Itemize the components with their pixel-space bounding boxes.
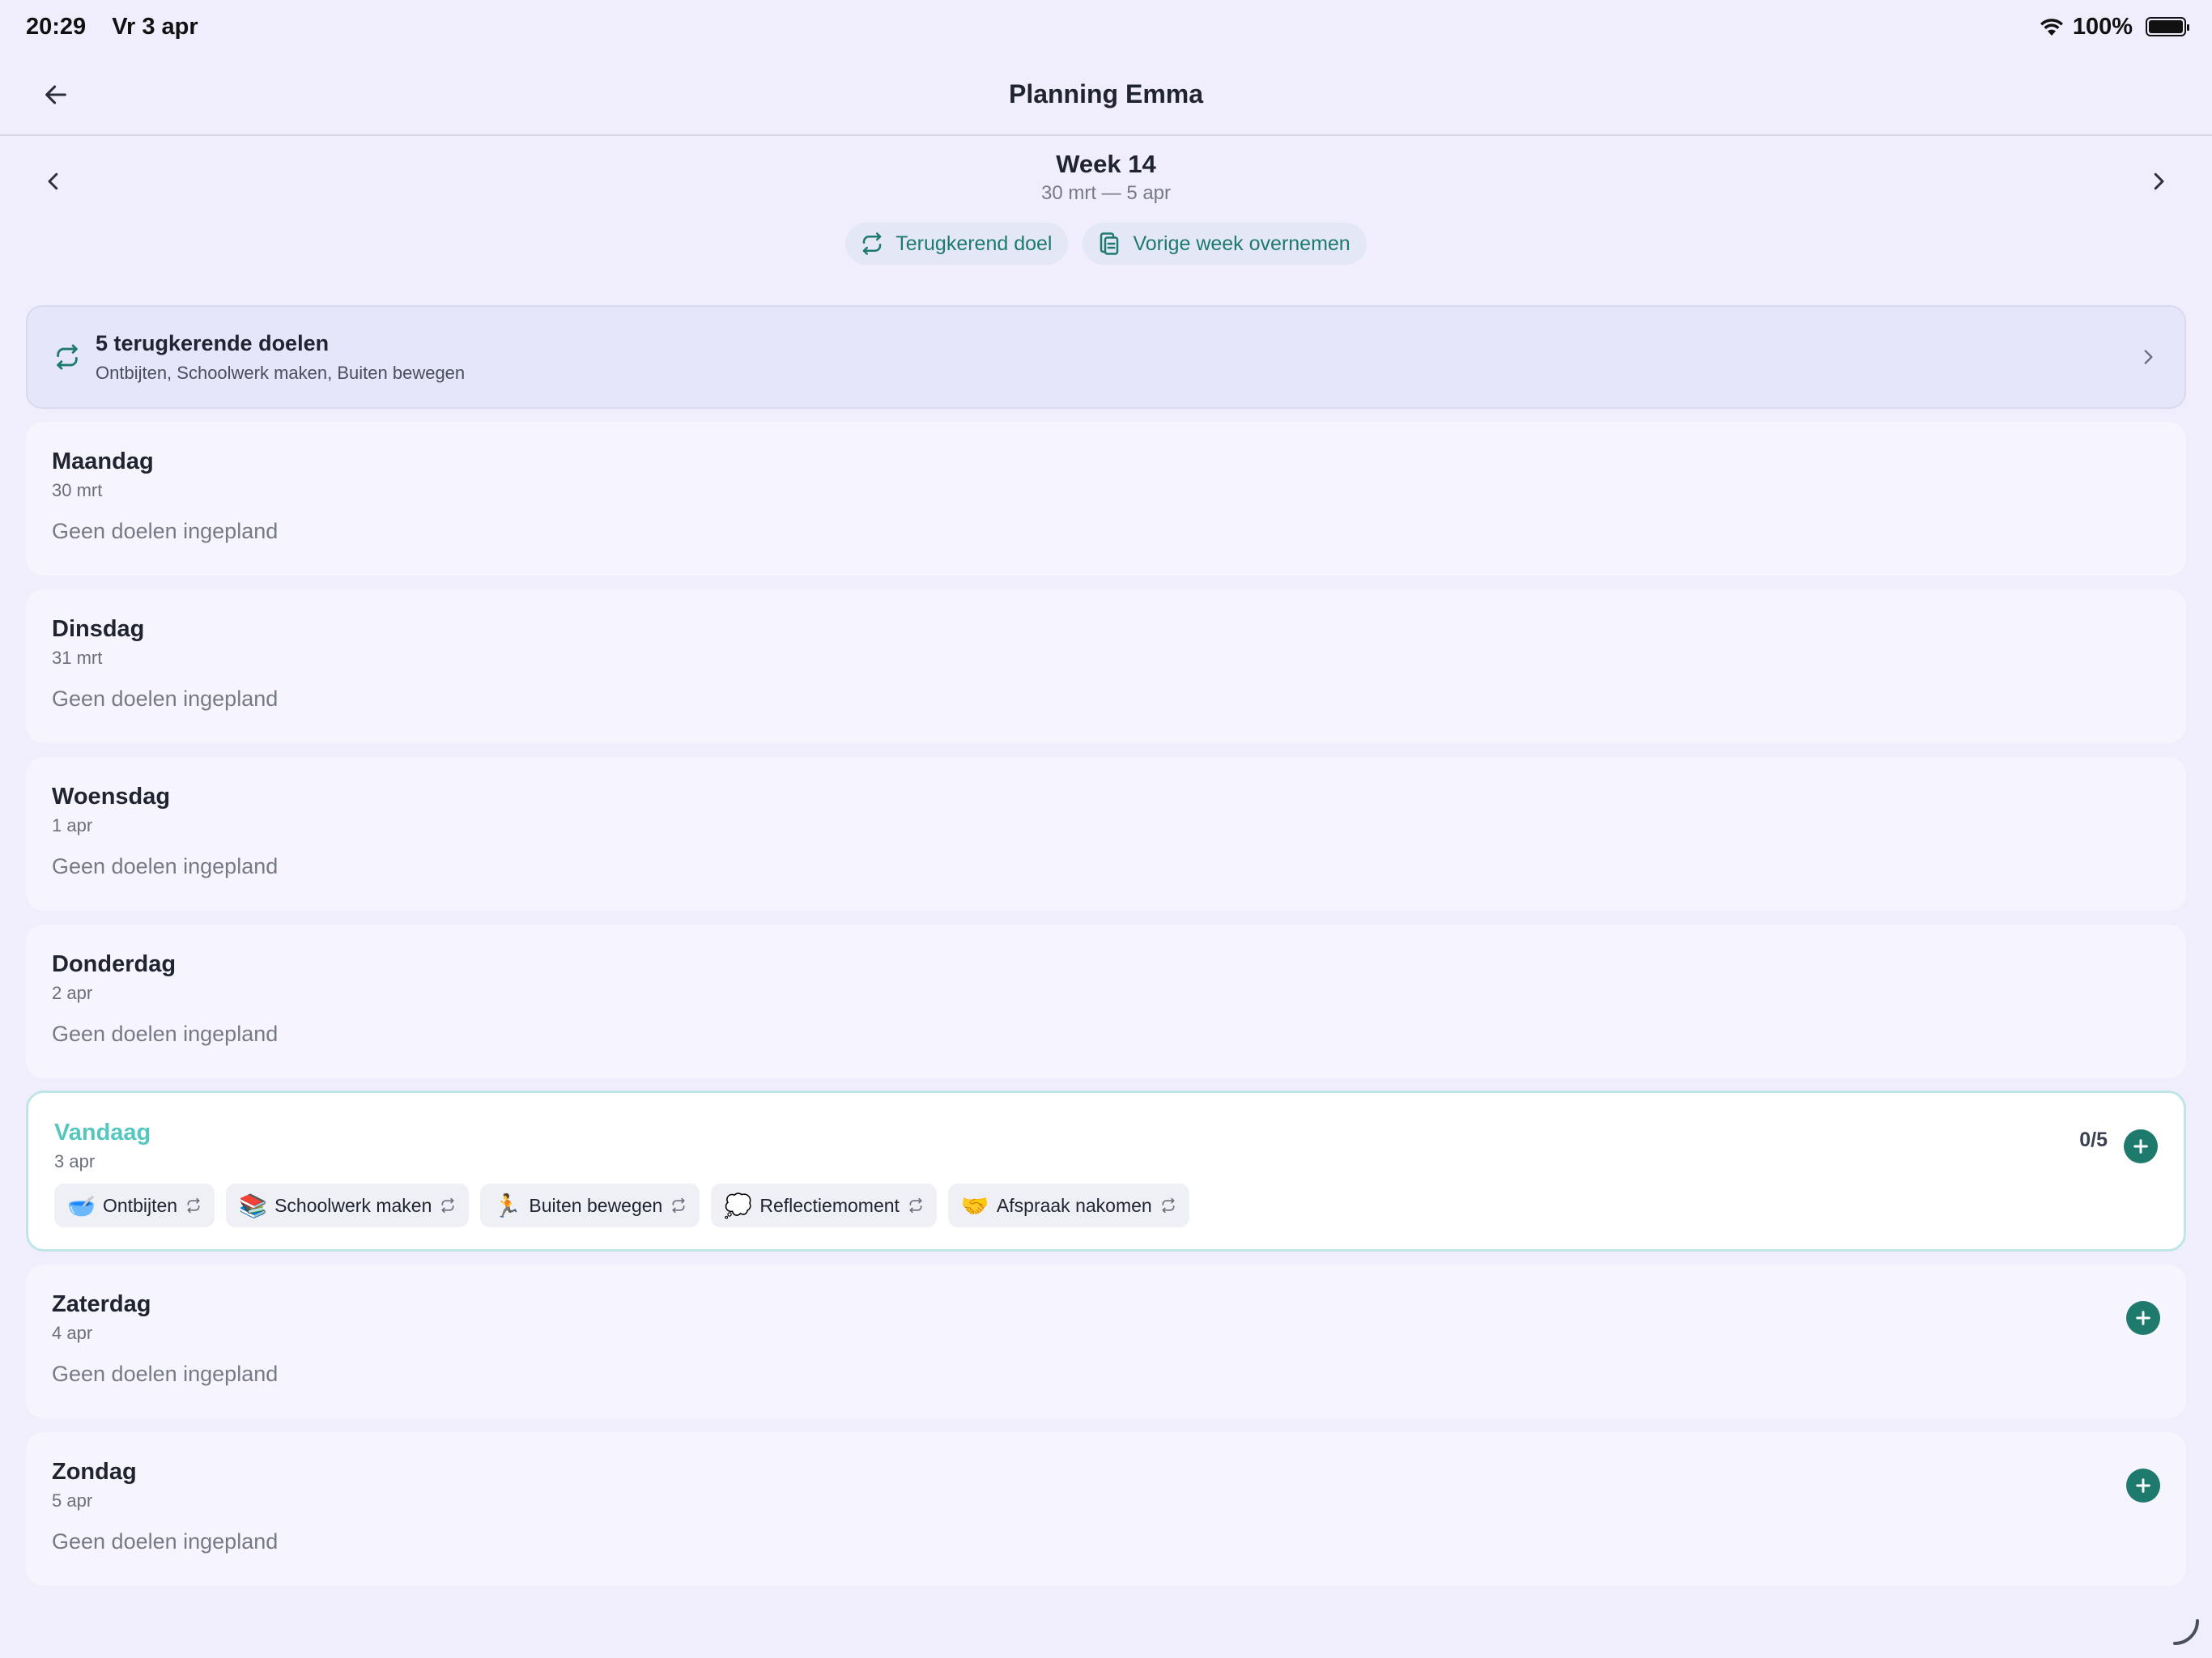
repeat-icon: [57, 344, 78, 370]
copy-previous-week-label: Vorige week overnemen: [1133, 232, 1351, 255]
goal-chip-label: Afspraak nakomen: [996, 1194, 1152, 1216]
day-card-today: Vandaag 3 apr 0/5 🥣 Ontbijten 📚 Schoolwe…: [26, 1090, 2186, 1252]
page-title: Planning Emma: [1008, 79, 1204, 108]
day-name: Donderdag: [52, 951, 177, 977]
plus-icon: [2136, 1311, 2150, 1325]
runner-icon: 🏃: [493, 1192, 522, 1218]
day-name: Woensdag: [52, 784, 171, 810]
day-card-wednesday: Woensdag 1 apr Geen doelen ingepland: [26, 757, 2186, 911]
chevron-right-icon: [2154, 172, 2164, 190]
week-range: 30 mrt — 5 apr: [1040, 182, 1172, 204]
add-goal-button[interactable]: [2124, 1129, 2158, 1163]
goal-progress-count: 0/5: [2079, 1129, 2108, 1151]
week-title: Week 14: [1056, 150, 1156, 178]
goal-chip-list: 🥣 Ontbijten 📚 Schoolwerk maken 🏃 Buiten …: [54, 1184, 1189, 1227]
goal-chip-label: Buiten bewegen: [529, 1194, 663, 1216]
day-card-monday: Maandag 30 mrt Geen doelen ingepland: [26, 422, 2186, 576]
day-empty-text: Geen doelen ingepland: [52, 687, 279, 711]
day-name: Vandaag: [54, 1120, 151, 1146]
goal-chip-label: Schoolwerk maken: [274, 1194, 432, 1216]
recurring-goals-text: 5 terugkerende doelen Ontbijten, Schoolw…: [96, 331, 2138, 384]
repeat-icon: [440, 1197, 456, 1214]
books-icon: 📚: [239, 1192, 267, 1218]
day-date: 5 apr: [52, 1490, 93, 1511]
recurring-goals-banner[interactable]: 5 terugkerende doelen Ontbijten, Schoolw…: [26, 305, 2186, 409]
repeat-icon: [863, 232, 882, 255]
day-card-thursday: Donderdag 2 apr Geen doelen ingepland: [26, 925, 2186, 1078]
day-name: Maandag: [52, 449, 154, 474]
recurring-goals-subtitle: Ontbijten, Schoolwerk maken, Buiten bewe…: [96, 362, 466, 383]
day-card-saturday: Zaterdag 4 apr Geen doelen ingepland: [26, 1265, 2186, 1418]
resize-corner-icon: [2173, 1619, 2199, 1645]
nav-bar: Planning Emma: [0, 53, 2212, 136]
bowl-icon: 🥣: [67, 1192, 96, 1218]
day-date: 2 apr: [52, 983, 93, 1003]
plus-icon: [2136, 1478, 2150, 1493]
recurring-goal-label: Terugkerend doel: [895, 232, 1053, 255]
status-left: 20:29 Vr 3 apr: [26, 14, 218, 40]
status-right: 100%: [2039, 13, 2189, 40]
handshake-icon: 🤝: [960, 1192, 989, 1218]
recurring-goals-title: 5 terugkerende doelen: [96, 330, 330, 355]
recurring-goal-button[interactable]: Terugkerend doel: [845, 223, 1069, 265]
thought-bubble-icon: 💭: [724, 1192, 753, 1218]
goal-chip[interactable]: 💭 Reflectiemoment: [711, 1184, 937, 1227]
status-bar: 20:29 Vr 3 apr 100%: [0, 0, 2212, 53]
copy-previous-week-button[interactable]: Vorige week overnemen: [1083, 223, 1367, 265]
battery-percent: 100%: [2072, 13, 2133, 40]
goal-chip-label: Ontbijten: [103, 1194, 178, 1216]
day-empty-text: Geen doelen ingepland: [52, 519, 279, 543]
week-selector: Week 14 30 mrt — 5 apr Terugkerend doel …: [0, 136, 2212, 282]
day-date: 31 mrt: [52, 648, 103, 668]
next-week-button[interactable]: [2138, 160, 2180, 202]
repeat-icon: [185, 1197, 202, 1214]
plus-icon: [2133, 1139, 2148, 1154]
copy-document-icon: [1100, 232, 1119, 255]
day-empty-text: Geen doelen ingepland: [52, 1362, 279, 1386]
day-empty-text: Geen doelen ingepland: [52, 1022, 279, 1046]
day-card-tuesday: Dinsdag 31 mrt Geen doelen ingepland: [26, 589, 2186, 743]
day-card-sunday: Zondag 5 apr Geen doelen ingepland: [26, 1432, 2186, 1586]
repeat-icon: [1160, 1197, 1176, 1214]
add-goal-button[interactable]: [2126, 1469, 2160, 1503]
repeat-icon: [908, 1197, 924, 1214]
week-actions: Terugkerend doel Vorige week overnemen: [0, 223, 2212, 265]
day-name: Dinsdag: [52, 616, 145, 642]
day-date: 30 mrt: [52, 480, 103, 500]
repeat-icon: [670, 1197, 687, 1214]
goal-chip[interactable]: 🏃 Buiten bewegen: [480, 1184, 700, 1227]
goal-chip[interactable]: 🤝 Afspraak nakomen: [947, 1184, 1189, 1227]
day-empty-text: Geen doelen ingepland: [52, 1529, 279, 1554]
day-date: 3 apr: [54, 1151, 96, 1171]
back-button[interactable]: [36, 74, 76, 115]
day-date: 4 apr: [52, 1323, 93, 1343]
wifi-icon: [2040, 19, 2063, 36]
status-date: Vr 3 apr: [112, 13, 198, 40]
day-name: Zondag: [52, 1459, 137, 1485]
goal-chip-label: Reflectiemoment: [759, 1194, 900, 1216]
goal-chip[interactable]: 🥣 Ontbijten: [54, 1184, 215, 1227]
day-empty-text: Geen doelen ingepland: [52, 854, 279, 878]
day-date: 1 apr: [52, 815, 93, 835]
add-goal-button[interactable]: [2126, 1301, 2160, 1335]
day-name: Zaterdag: [52, 1291, 151, 1317]
chevron-right-icon: [2144, 350, 2153, 364]
battery-icon: [2146, 17, 2189, 36]
arrow-left-icon: [45, 85, 66, 104]
status-time: 20:29: [26, 13, 87, 40]
goal-chip[interactable]: 📚 Schoolwerk maken: [226, 1184, 470, 1227]
